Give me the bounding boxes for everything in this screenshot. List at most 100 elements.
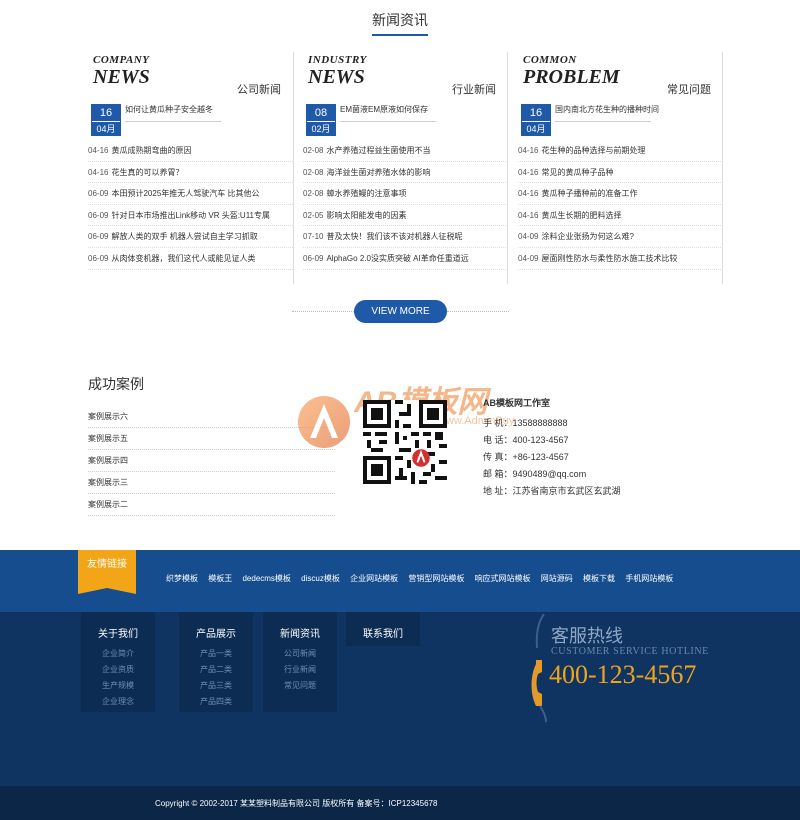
- footer-nav-link[interactable]: 企业资质: [81, 662, 155, 678]
- footer-nav-title[interactable]: 关于我们: [81, 625, 155, 640]
- list-item[interactable]: 02-08 海洋益生菌对养殖水体的影响: [303, 162, 508, 184]
- footer-nav-link[interactable]: 公司新闻: [263, 646, 337, 662]
- item-title[interactable]: 海洋益生菌对养殖水体的影响: [326, 168, 430, 177]
- date-month: 04月: [522, 121, 550, 136]
- item-title[interactable]: 常见的黄瓜种子品种: [541, 168, 613, 177]
- case-item[interactable]: 案例展示三: [88, 472, 335, 494]
- featured-title[interactable]: 如何让黄瓜种子安全越冬: [125, 104, 285, 115]
- contact-phone: 电 话：400-123-4567: [483, 435, 569, 445]
- news-list: 02-08 水产养殖过程益生菌使用不当 02-08 海洋益生菌对养殖水体的影响 02…: [303, 140, 508, 270]
- footer-nav-title[interactable]: 联系我们: [346, 625, 420, 640]
- item-title[interactable]: AlphaGo 2.0没实质突破 AI革命任重道远: [326, 254, 468, 263]
- contact-mobile: 手 机：13588888888: [483, 418, 568, 428]
- footer-nav-link[interactable]: 行业新闻: [263, 662, 337, 678]
- hotline-number[interactable]: 400-123-4567: [549, 660, 696, 690]
- date-day: 16: [92, 105, 120, 121]
- item-title[interactable]: 解放人类的双手 机器人尝试自主学习抓取: [111, 232, 257, 241]
- friend-link[interactable]: 织梦模板: [166, 574, 198, 583]
- column-divider: [722, 52, 723, 284]
- divider: [125, 121, 221, 122]
- item-title[interactable]: 针对日本市场推出Link移动 VR 头盔:U11专属: [111, 211, 270, 220]
- news-list: 04-16 花生种的品种选择与前期处理 04-16 常见的黄瓜种子品种 04-16 黄…: [518, 140, 723, 270]
- column-en-small: INDUSTRY: [308, 54, 367, 66]
- friend-link[interactable]: 手机网站模板: [625, 574, 673, 583]
- list-item[interactable]: 06-09 解放人类的双手 机器人尝试自主学习抓取: [88, 226, 293, 248]
- item-title[interactable]: 黄瓜种子播种前的准备工作: [541, 189, 637, 198]
- featured-title[interactable]: EM菌液EM原液如何保存: [340, 104, 500, 115]
- friend-link[interactable]: 响应式网站模板: [475, 574, 531, 583]
- footer-nav-link[interactable]: 产品一类: [179, 646, 253, 662]
- contact-address: 地 址：江苏省南京市玄武区玄武湖: [483, 486, 621, 496]
- view-more-button[interactable]: VIEW MORE: [354, 300, 447, 323]
- item-title[interactable]: 黄瓜生长期的肥料选择: [541, 211, 621, 220]
- item-title[interactable]: 涂料企业张扬为何这么难?: [541, 232, 633, 241]
- footer-nav-link[interactable]: 产品三类: [179, 678, 253, 694]
- footer-nav-title[interactable]: 产品展示: [179, 625, 253, 640]
- news-list: 04-16 黄瓜成熟期弯曲的原因 04-16 花生真的可以养胃？ 06-09 本田预计…: [88, 140, 293, 270]
- column-cn-title[interactable]: 常见问题: [667, 81, 711, 97]
- column-cn-title[interactable]: 公司新闻: [237, 81, 281, 97]
- item-date: 04-09: [518, 253, 539, 263]
- featured-news[interactable]: 08 02月 EM菌液EM原液如何保存: [306, 104, 496, 138]
- footer-nav-link[interactable]: 常见问题: [263, 678, 337, 694]
- footer-nav-link[interactable]: 企业理念: [81, 694, 155, 710]
- list-item[interactable]: 04-16 黄瓜成熟期弯曲的原因: [88, 140, 293, 162]
- featured-title[interactable]: 国内南北方花生种的播种时间: [555, 104, 715, 115]
- contact-email[interactable]: 邮 箱：9490489@qq.com: [483, 466, 621, 483]
- list-item[interactable]: 04-16 花生真的可以养胃？: [88, 162, 293, 184]
- footer-nav-link[interactable]: 产品四类: [179, 694, 253, 710]
- featured-news[interactable]: 16 04月 如何让黄瓜种子安全越冬: [91, 104, 281, 138]
- list-item[interactable]: 04-16 花生种的品种选择与前期处理: [518, 140, 723, 162]
- column-cn-title[interactable]: 行业新闻: [452, 81, 496, 97]
- list-item[interactable]: 04-16 黄瓜生长期的肥料选择: [518, 205, 723, 227]
- list-item[interactable]: 04-09 涂料企业张扬为何这么难?: [518, 226, 723, 248]
- industry-news-column: INDUSTRY NEWS 行业新闻 08 02月 EM菌液EM原液如何保存 0…: [303, 52, 508, 284]
- list-item[interactable]: 06-09 AlphaGo 2.0没实质突破 AI革命任重道远: [303, 248, 508, 270]
- footer-nav-link[interactable]: 产品二类: [179, 662, 253, 678]
- item-date: 02-08: [303, 167, 324, 177]
- footer-nav-link[interactable]: 企业简介: [81, 646, 155, 662]
- contact-info: AB模板网工作室 手 机：13588888888 电 话：400-123-456…: [483, 396, 621, 500]
- friend-link[interactable]: discuz模板: [301, 574, 340, 583]
- list-item[interactable]: 02-08 蟑水养殖鳗的注意事项: [303, 183, 508, 205]
- featured-news[interactable]: 16 04月 国内南北方花生种的播种时间: [521, 104, 711, 138]
- friend-link[interactable]: 网站源码: [541, 574, 573, 583]
- item-date: 06-09: [88, 189, 109, 199]
- friend-link[interactable]: 营销型网站模板: [408, 574, 464, 583]
- date-day: 08: [307, 105, 335, 121]
- friend-link[interactable]: 模板下载: [583, 574, 615, 583]
- footer-nav-news: 新闻资讯 公司新闻 行业新闻 常见问题: [263, 612, 337, 712]
- list-item[interactable]: 04-16 常见的黄瓜种子品种: [518, 162, 723, 184]
- item-date: 07-10: [303, 232, 324, 242]
- list-item[interactable]: 06-09 本田预计2025年推无人驾驶汽车 比其他公: [88, 183, 293, 205]
- column-en-big: NEWS: [308, 66, 365, 88]
- list-item[interactable]: 06-09 针对日本市场推出Link移动 VR 头盔:U11专属: [88, 205, 293, 227]
- footer-nav-link[interactable]: 生产规模: [81, 678, 155, 694]
- list-item[interactable]: 02-05 影响太阳能发电的因素: [303, 205, 508, 227]
- item-title[interactable]: 花生种的品种选择与前期处理: [541, 146, 645, 155]
- item-title[interactable]: 水产养殖过程益生菌使用不当: [326, 146, 430, 155]
- item-title[interactable]: 影响太阳能发电的因素: [326, 211, 406, 220]
- friend-link[interactable]: 模板王: [208, 574, 232, 583]
- case-item[interactable]: 案例展示二: [88, 494, 335, 516]
- item-title[interactable]: 黄瓜成熟期弯曲的原因: [111, 146, 191, 155]
- list-item[interactable]: 07-10 普及太快！我们该不该对机器人征税呢: [303, 226, 508, 248]
- friend-link[interactable]: dedecms模板: [242, 574, 290, 583]
- item-title[interactable]: 从肉体变机器，我们这代人或能见证人类: [111, 254, 255, 263]
- item-title[interactable]: 屋面刚性防水与柔性防水施工技术比较: [541, 254, 677, 263]
- footer-nav-title[interactable]: 新闻资讯: [263, 625, 337, 640]
- item-title[interactable]: 花生真的可以养胃？: [111, 168, 183, 177]
- item-date: 02-08: [303, 189, 324, 199]
- item-date: 02-05: [303, 210, 324, 220]
- friend-link[interactable]: 企业网站模板: [350, 574, 398, 583]
- copyright-text: Copyright © 2002-2017 某某塑料制品有限公司 版权所有 备案…: [155, 799, 438, 808]
- list-item[interactable]: 04-16 黄瓜种子播种前的准备工作: [518, 183, 723, 205]
- item-title[interactable]: 普及太快！我们该不该对机器人征税呢: [326, 232, 462, 241]
- list-item[interactable]: 04-09 屋面刚性防水与柔性防水施工技术比较: [518, 248, 723, 270]
- cases-title: 成功案例: [88, 376, 144, 392]
- item-title[interactable]: 蟑水养殖鳗的注意事项: [326, 189, 406, 198]
- list-item[interactable]: 02-08 水产养殖过程益生菌使用不当: [303, 140, 508, 162]
- column-divider: [507, 52, 508, 284]
- item-title[interactable]: 本田预计2025年推无人驾驶汽车 比其他公: [111, 189, 259, 198]
- list-item[interactable]: 06-09 从肉体变机器，我们这代人或能见证人类: [88, 248, 293, 270]
